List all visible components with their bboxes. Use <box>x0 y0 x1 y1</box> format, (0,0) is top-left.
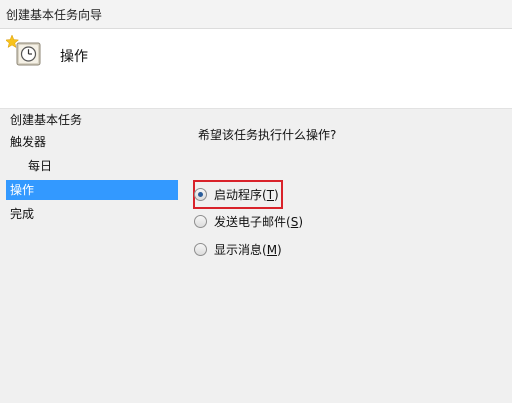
radio-show-message[interactable]: 显示消息(M) <box>194 238 282 260</box>
title-bar: 创建基本任务向导 <box>0 0 512 29</box>
radio-send-email[interactable]: 发送电子邮件(S) <box>194 210 303 232</box>
option-label-start-program: 启动程序(T) <box>214 187 279 202</box>
nav-item-trigger[interactable]: 触发器 <box>6 132 178 152</box>
radio-button[interactable] <box>194 242 207 256</box>
option-label-show-message: 显示消息(M) <box>214 242 282 257</box>
wizard-header: 操作 <box>0 29 512 109</box>
option-label-send-email: 发送电子邮件(S) <box>214 214 303 229</box>
main-content: 希望该任务执行什么操作? 启动程序(T) 发送电子邮件(S) 显示消息(M) <box>180 110 512 403</box>
radio-button[interactable] <box>194 214 207 228</box>
nav-item-daily[interactable]: 每日 <box>24 156 178 176</box>
radio-button-checked[interactable] <box>194 187 207 201</box>
radio-start-program[interactable]: 启动程序(T) <box>194 183 279 205</box>
nav-item-action[interactable]: 操作 <box>6 180 178 200</box>
task-clock-icon <box>4 33 44 67</box>
window-title: 创建基本任务向导 <box>6 8 103 22</box>
nav-item-create-basic-task[interactable]: 创建基本任务 <box>6 110 178 130</box>
action-question: 希望该任务执行什么操作? <box>198 128 337 142</box>
nav-item-finish[interactable]: 完成 <box>6 204 178 224</box>
page-title: 操作 <box>60 49 88 65</box>
wizard-steps-nav: 创建基本任务 触发器 每日 操作 完成 <box>0 110 180 403</box>
